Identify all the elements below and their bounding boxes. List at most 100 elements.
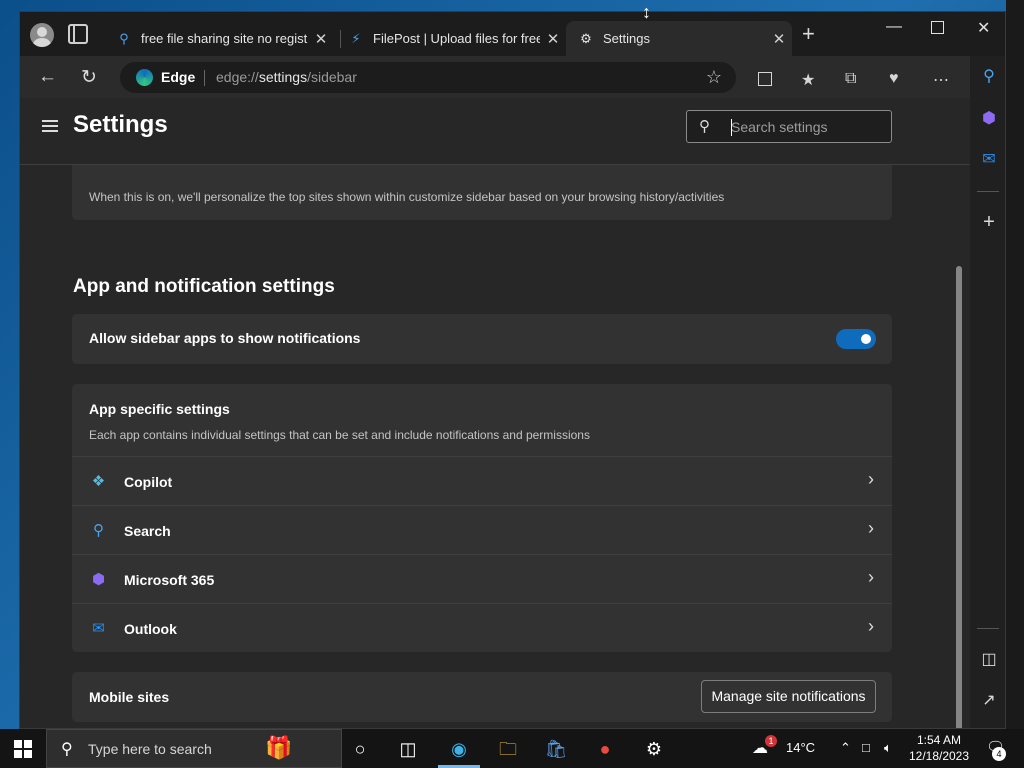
tab-filepost[interactable]: ⚡︎ FilePost | Upload files for free a ✕ bbox=[336, 21, 566, 56]
allow-notifications-toggle[interactable] bbox=[836, 329, 876, 349]
taskbar-search-placeholder: Type here to search bbox=[88, 741, 212, 757]
maximize-icon[interactable] bbox=[931, 21, 944, 34]
show-hidden-icons-icon[interactable]: ⌃ bbox=[840, 740, 851, 756]
notification-center-icon[interactable]: 🗨4 bbox=[986, 738, 1006, 761]
task-view-icon[interactable]: ◫ bbox=[395, 736, 421, 762]
app-specific-card: App specific settings Each app contains … bbox=[72, 384, 892, 652]
more-options-icon[interactable]: ⋯ bbox=[933, 70, 949, 90]
cortana-icon[interactable]: ○ bbox=[347, 736, 373, 762]
settings-header: Settings ⚲ bbox=[20, 98, 970, 165]
settings-page: Settings ⚲ When this is on, we'll person… bbox=[20, 98, 970, 728]
tab-title: FilePost | Upload files for free a bbox=[373, 31, 540, 46]
minimize-icon[interactable]: — bbox=[886, 18, 902, 36]
refresh-icon[interactable]: ↻ bbox=[81, 66, 97, 89]
tab-search[interactable]: ⚲ free file sharing site no registra ✕ bbox=[104, 21, 334, 56]
background-window bbox=[1006, 0, 1024, 730]
chrome-icon[interactable]: ● bbox=[592, 736, 618, 762]
allow-notifications-label: Allow sidebar apps to show notifications bbox=[89, 330, 361, 346]
copilot-icon: ❖ bbox=[91, 473, 106, 490]
search-settings-field[interactable]: ⚲ bbox=[686, 110, 892, 143]
allow-notifications-card: Allow sidebar apps to show notifications bbox=[72, 314, 892, 364]
scrollbar-thumb[interactable] bbox=[956, 266, 962, 728]
search-settings-input[interactable] bbox=[731, 118, 881, 136]
microsoft-store-icon[interactable]: 🛍 bbox=[543, 736, 569, 762]
windows-start-icon[interactable] bbox=[14, 740, 32, 758]
url-path: settings bbox=[258, 69, 308, 85]
text-cursor bbox=[731, 119, 732, 136]
tab-title: Settings bbox=[603, 31, 650, 46]
edge-taskbar-icon[interactable]: ◉ bbox=[438, 736, 480, 768]
app-specific-title: App specific settings bbox=[89, 401, 230, 417]
personalize-description: When this is on, we'll personalize the t… bbox=[89, 190, 725, 204]
chevron-right-icon: › bbox=[868, 616, 874, 636]
clock[interactable]: 1:54 AM 12/18/2023 bbox=[906, 732, 972, 764]
close-window-icon[interactable]: ✕ bbox=[977, 18, 990, 38]
microsoft365-icon[interactable]: ⬢ bbox=[979, 108, 999, 128]
app-row-search[interactable]: ⚲ Search › bbox=[72, 505, 892, 554]
chevron-right-icon: › bbox=[868, 469, 874, 489]
url-suffix: /sidebar bbox=[307, 69, 357, 85]
manage-site-notifications-button[interactable]: Manage site notifications bbox=[701, 680, 876, 713]
sidebar-separator bbox=[977, 628, 999, 629]
edge-logo-icon bbox=[136, 69, 153, 86]
microsoft365-icon: ⬢ bbox=[91, 571, 106, 588]
gear-icon: ⚙ bbox=[580, 30, 592, 46]
favorite-star-icon[interactable]: ☆ bbox=[706, 67, 722, 88]
address-brand: Edge bbox=[161, 69, 196, 85]
tab-title: free file sharing site no registra bbox=[141, 31, 308, 46]
file-explorer-icon[interactable]: 🗀 bbox=[495, 736, 521, 762]
favorites-icon[interactable]: ★ bbox=[801, 70, 815, 90]
address-separator bbox=[204, 70, 205, 86]
close-tab-icon[interactable]: ✕ bbox=[308, 30, 334, 48]
app-name: Microsoft 365 bbox=[124, 572, 215, 588]
tab-strip: ⚲ free file sharing site no registra ✕ ⚡… bbox=[20, 12, 1005, 56]
search-icon: ⚲ bbox=[699, 118, 710, 135]
app-name: Search bbox=[124, 523, 171, 539]
collections-icon[interactable]: ⧉ bbox=[845, 70, 856, 88]
browser-essentials-icon[interactable]: ♥ bbox=[889, 70, 899, 88]
outlook-icon[interactable]: ✉ bbox=[979, 149, 999, 169]
search-icon[interactable]: ⚲ bbox=[979, 66, 999, 86]
app-row-outlook[interactable]: ✉ Outlook › bbox=[72, 603, 892, 652]
weather-badge: 1 bbox=[765, 735, 777, 747]
search-icon: ⚲ bbox=[93, 522, 104, 539]
taskbar-search-box[interactable]: ⚲ Type here to search 🎁 bbox=[46, 729, 342, 768]
mobile-sites-card: Mobile sites Manage site notifications bbox=[72, 672, 892, 722]
app-row-microsoft365[interactable]: ⬢ Microsoft 365 › bbox=[72, 554, 892, 603]
hide-sidebar-icon[interactable]: ◫ bbox=[979, 649, 999, 669]
open-external-icon[interactable]: ↗ bbox=[979, 690, 999, 710]
profile-avatar-icon[interactable] bbox=[30, 23, 54, 47]
weather-temp[interactable]: 14°C bbox=[786, 740, 815, 755]
resize-cursor-icon: ↕ bbox=[642, 2, 651, 22]
chevron-right-icon: › bbox=[868, 567, 874, 587]
gift-icon: 🎁 bbox=[265, 735, 293, 760]
edge-window: ⚲ free file sharing site no registra ✕ ⚡… bbox=[19, 11, 1006, 729]
mobile-sites-label: Mobile sites bbox=[89, 689, 170, 705]
outlook-icon: ✉ bbox=[92, 620, 105, 637]
tab-settings[interactable]: ⚙ Settings ✕ bbox=[566, 21, 792, 56]
app-name: Outlook bbox=[124, 621, 177, 637]
notification-count: 4 bbox=[992, 747, 1006, 761]
date: 12/18/2023 bbox=[908, 749, 970, 763]
menu-icon[interactable] bbox=[42, 120, 58, 132]
settings-taskbar-icon[interactable]: ⚙ bbox=[641, 736, 667, 762]
close-tab-icon[interactable]: ✕ bbox=[766, 30, 792, 48]
address-url: edge://settings/sidebar bbox=[216, 69, 357, 85]
chevron-right-icon: › bbox=[868, 518, 874, 538]
close-tab-icon[interactable]: ✕ bbox=[540, 30, 566, 48]
back-icon[interactable]: ← bbox=[38, 66, 57, 88]
address-bar[interactable]: Edge edge://settings/sidebar ☆ bbox=[120, 62, 736, 93]
split-screen-icon[interactable] bbox=[758, 72, 772, 86]
app-specific-description: Each app contains individual settings th… bbox=[89, 428, 590, 442]
volume-muted-icon[interactable]: 🔈︎ bbox=[884, 740, 892, 756]
app-name: Copilot bbox=[124, 474, 173, 490]
url-prefix: edge:// bbox=[216, 69, 259, 85]
add-app-icon[interactable]: + bbox=[979, 211, 999, 233]
tab-actions-icon[interactable] bbox=[68, 24, 88, 44]
time: 1:54 AM bbox=[916, 733, 962, 747]
new-tab-icon[interactable]: + bbox=[802, 23, 815, 45]
app-row-copilot[interactable]: ❖ Copilot › bbox=[72, 456, 892, 505]
section-title: App and notification settings bbox=[73, 276, 335, 297]
network-icon[interactable]: □ bbox=[862, 740, 870, 755]
toolbar: ← ↻ Edge edge://settings/sidebar ☆ ★ ⧉ ♥… bbox=[20, 56, 1005, 98]
